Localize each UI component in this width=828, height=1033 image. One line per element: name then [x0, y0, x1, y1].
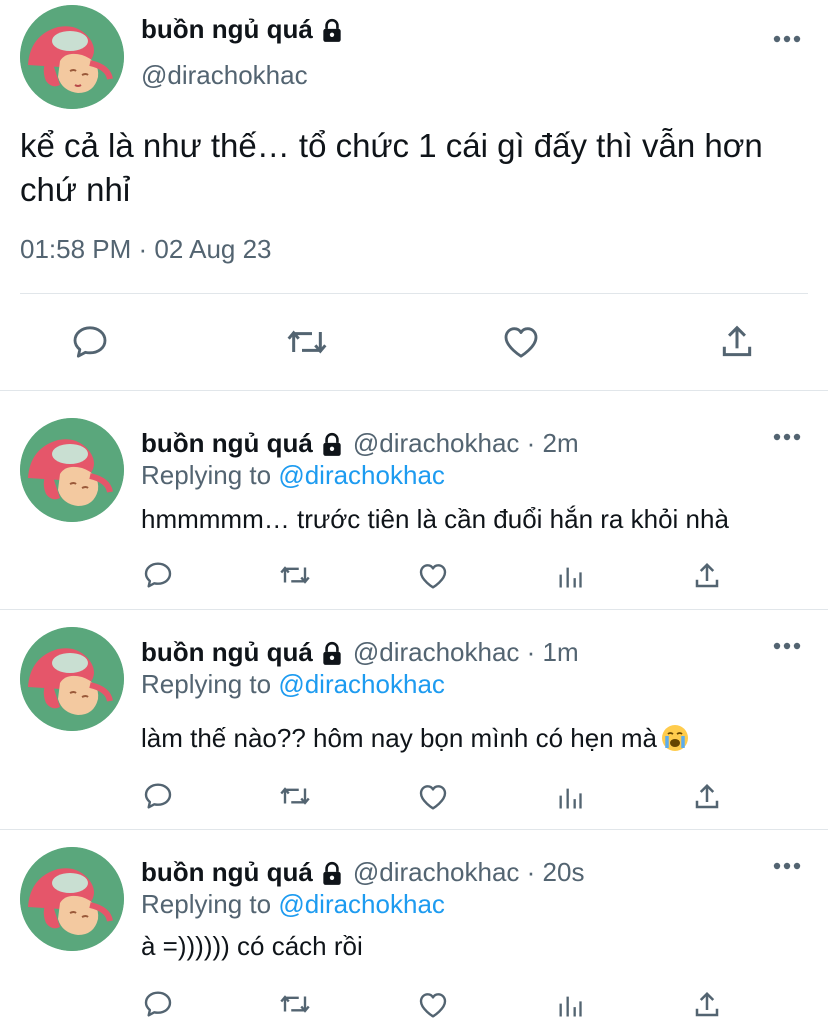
reply-header: buồn ngủ quá @dirachokhac · 2m	[141, 428, 579, 459]
display-name[interactable]: buồn ngủ quá	[141, 637, 313, 667]
replying-to: Replying to @dirachokhac	[141, 889, 445, 920]
retweet-icon[interactable]	[277, 560, 313, 590]
reply-icon[interactable]	[142, 559, 174, 591]
avatar[interactable]	[20, 627, 124, 731]
tweet-text: làm thế nào?? hôm nay bọn mình có hẹn mà	[141, 723, 689, 754]
retweet-icon[interactable]	[285, 322, 329, 362]
display-name-label: buồn ngủ quá	[141, 14, 313, 44]
lock-icon	[319, 861, 345, 887]
handle-and-time[interactable]: @dirachokhac · 1m	[353, 637, 579, 667]
more-options-icon[interactable]	[772, 641, 802, 651]
mention-link[interactable]: @dirachokhac	[278, 889, 445, 919]
replying-to-label: Replying to	[141, 889, 279, 919]
like-icon[interactable]	[416, 989, 450, 1021]
replying-to-label: Replying to	[141, 460, 279, 490]
tweet-thread: buồn ngủ quá @dirachokhac kể cả là như t…	[0, 0, 828, 1033]
divider	[0, 390, 828, 391]
tweet-text: kể cả là như thế… tổ chức 1 cái gì đấy t…	[20, 127, 763, 208]
like-icon[interactable]	[416, 560, 450, 592]
analytics-icon[interactable]	[556, 783, 584, 813]
replying-to: Replying to @dirachokhac	[141, 460, 445, 491]
reply-header: buồn ngủ quá @dirachokhac · 1m	[141, 637, 579, 668]
divider	[20, 293, 808, 294]
reply-icon[interactable]	[70, 322, 110, 362]
share-icon[interactable]	[692, 781, 722, 813]
share-icon[interactable]	[718, 322, 756, 362]
avatar[interactable]	[20, 418, 124, 522]
reply-tweet[interactable]: buồn ngủ quá @dirachokhac · 20s Replying …	[0, 847, 828, 1033]
reply-tweet[interactable]: buồn ngủ quá @dirachokhac · 1m Replying t…	[0, 627, 828, 827]
reply-tweet[interactable]: buồn ngủ quá @dirachokhac · 2m Replying t…	[0, 418, 828, 608]
avatar[interactable]	[20, 5, 124, 109]
divider	[0, 609, 828, 610]
analytics-icon[interactable]	[556, 562, 584, 592]
tweet-text: à =)))))) có cách rồi	[141, 931, 363, 961]
reply-icon[interactable]	[142, 988, 174, 1020]
display-name[interactable]: buồn ngủ quá	[141, 14, 345, 45]
handle-and-time[interactable]: @dirachokhac · 20s	[353, 857, 585, 887]
mention-link[interactable]: @dirachokhac	[278, 669, 445, 699]
lock-icon	[319, 432, 345, 458]
divider	[0, 829, 828, 830]
reply-header: buồn ngủ quá @dirachokhac · 20s	[141, 857, 584, 888]
replying-to-label: Replying to	[141, 669, 279, 699]
tweet-text-content: làm thế nào?? hôm nay bọn mình có hẹn mà	[141, 723, 657, 753]
display-name[interactable]: buồn ngủ quá	[141, 428, 313, 458]
like-icon[interactable]	[416, 781, 450, 813]
tweet-timestamp[interactable]: 01:58 PM · 02 Aug 23	[20, 234, 272, 265]
more-options-icon[interactable]	[772, 432, 802, 442]
lock-icon	[319, 18, 345, 44]
avatar[interactable]	[20, 847, 124, 951]
lock-icon	[319, 641, 345, 667]
share-icon[interactable]	[692, 560, 722, 592]
more-options-icon[interactable]	[772, 861, 802, 871]
handle-and-time[interactable]: @dirachokhac · 2m	[353, 428, 579, 458]
more-options-icon[interactable]	[772, 34, 802, 44]
tweet-text: hmmmmm… trước tiên là cần đuổi hắn ra kh…	[141, 504, 729, 534]
crying-face-emoji	[661, 724, 689, 752]
mention-link[interactable]: @dirachokhac	[278, 460, 445, 490]
retweet-icon[interactable]	[277, 989, 313, 1019]
replying-to: Replying to @dirachokhac	[141, 669, 445, 700]
share-icon[interactable]	[692, 989, 722, 1021]
handle[interactable]: @dirachokhac	[141, 60, 308, 91]
retweet-icon[interactable]	[277, 781, 313, 811]
display-name[interactable]: buồn ngủ quá	[141, 857, 313, 887]
analytics-icon[interactable]	[556, 991, 584, 1021]
like-icon[interactable]	[500, 322, 542, 362]
reply-icon[interactable]	[142, 780, 174, 812]
